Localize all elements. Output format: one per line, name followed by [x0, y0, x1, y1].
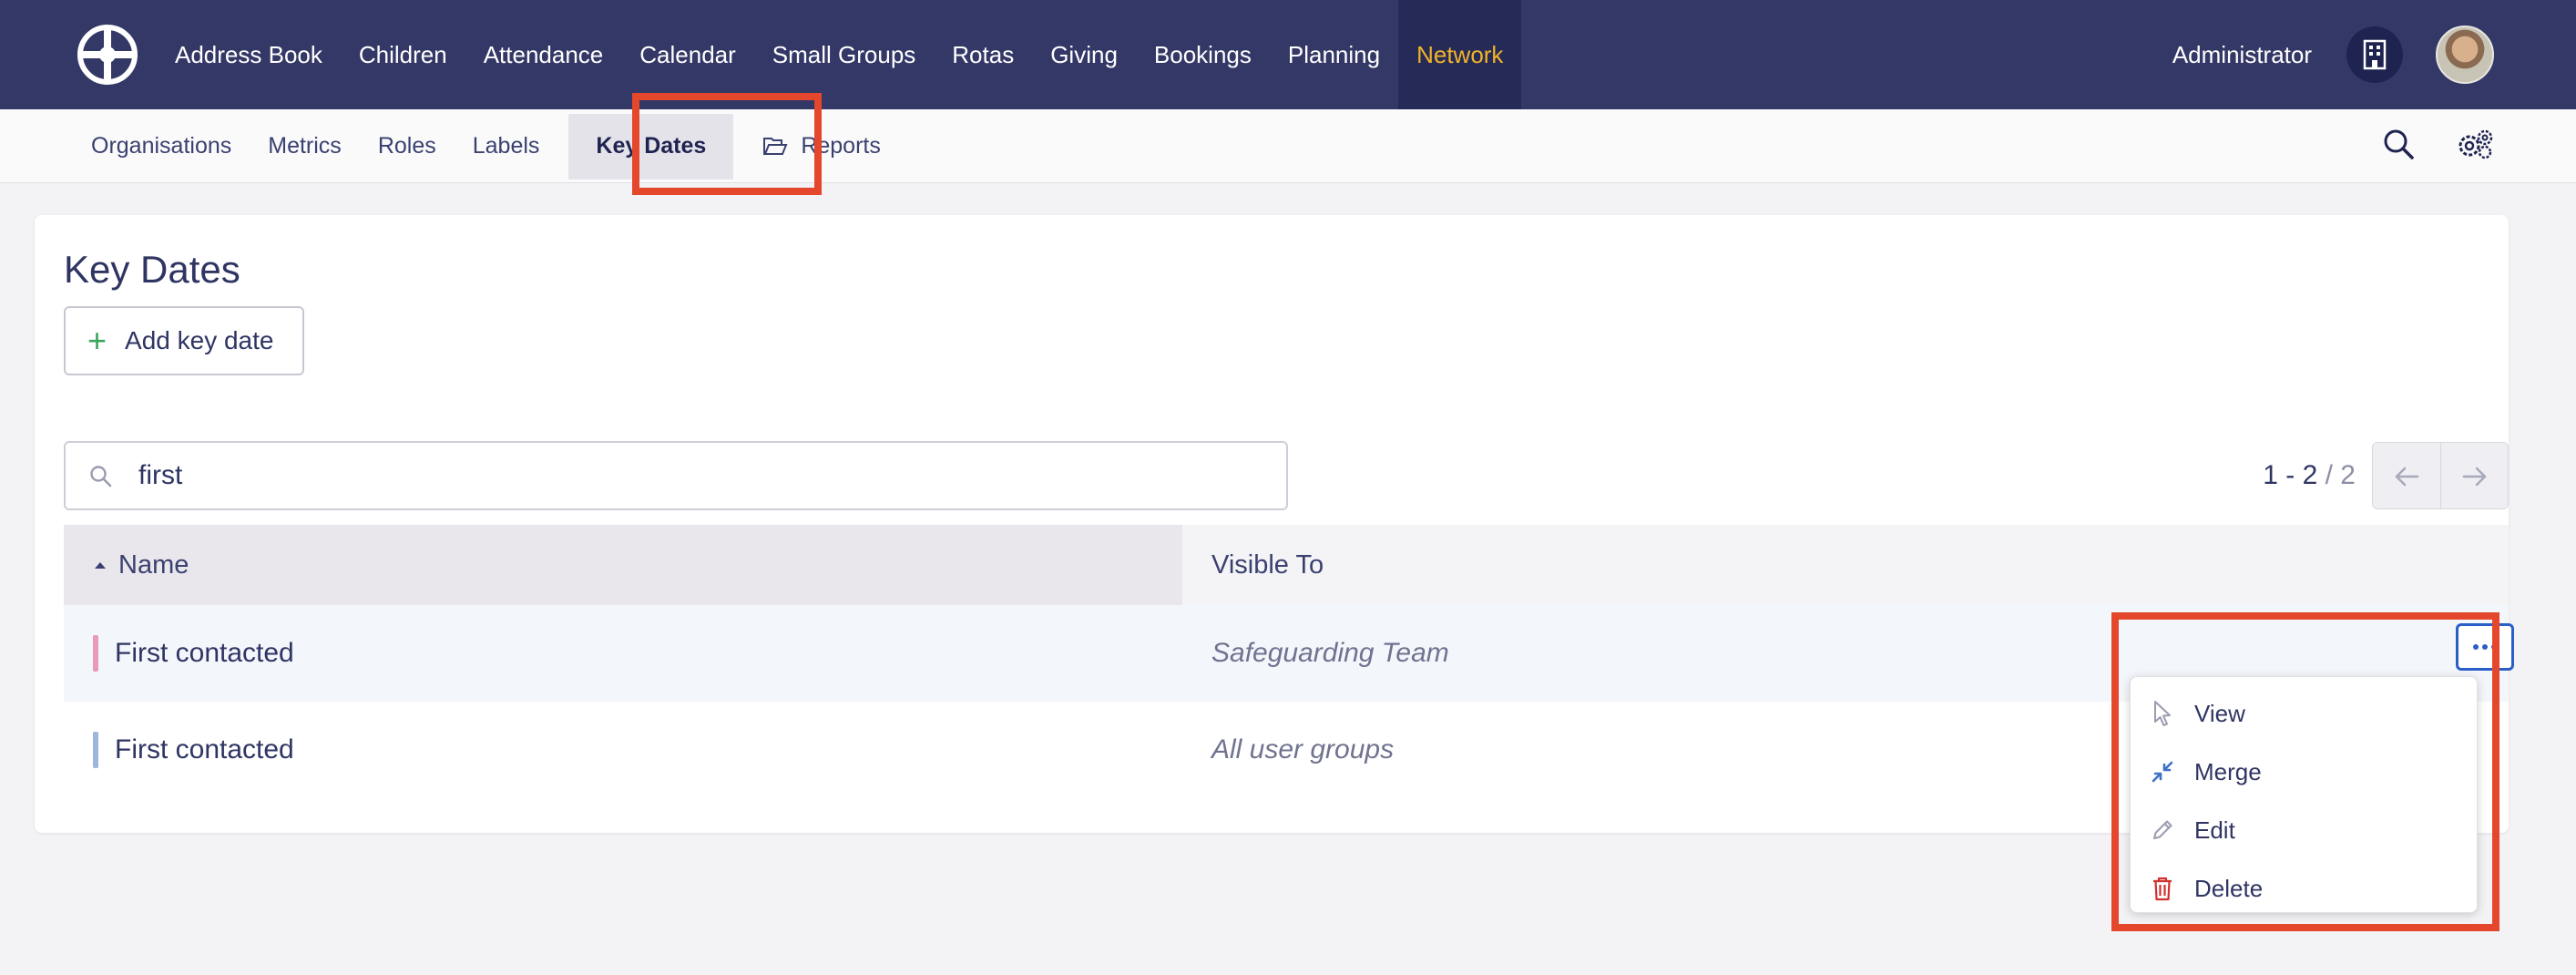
pagination-range: 1 - 2 / 2 [2263, 460, 2356, 491]
settings-gears-icon[interactable] [2456, 128, 2494, 164]
key-date-name[interactable]: First contacted [115, 638, 294, 669]
key-date-name-cell: First contacted [64, 635, 1182, 672]
visible-to-cell: All user groups [1211, 734, 1395, 765]
tab-organisations[interactable]: Organisations [73, 109, 250, 183]
key-date-name-cell: First contacted [64, 732, 1182, 768]
row-actions-menu: View Merge Edit Delete [2130, 676, 2478, 913]
nav-calendar[interactable]: Calendar [621, 0, 754, 109]
tab-reports-label: Reports [801, 133, 881, 159]
network-submenu: Organisations Metrics Roles Labels Key D… [73, 109, 899, 183]
avatar[interactable] [2436, 26, 2494, 84]
row-actions-button[interactable] [2456, 623, 2514, 671]
folder-open-icon [762, 137, 788, 157]
sort-ascending-icon [93, 560, 107, 570]
previous-page-button[interactable] [2373, 443, 2440, 508]
nav-giving[interactable]: Giving [1032, 0, 1136, 109]
arrow-left-icon [2395, 467, 2419, 487]
color-indicator [93, 732, 98, 768]
search-input[interactable] [138, 460, 1232, 491]
visible-to-cell: Safeguarding Team [1211, 638, 1449, 668]
nav-bookings[interactable]: Bookings [1136, 0, 1270, 109]
arrow-right-icon [2462, 467, 2486, 487]
nav-address-book[interactable]: Address Book [157, 0, 341, 109]
column-header-name[interactable]: Name [64, 525, 1182, 605]
menu-item-delete-label: Delete [2194, 874, 2264, 902]
menu-item-edit[interactable]: Edit [2131, 801, 2477, 859]
ellipsis-icon [2473, 644, 2497, 650]
search-box [64, 441, 1288, 510]
top-navigation-bar: Address Book Children Attendance Calenda… [0, 0, 2576, 109]
nav-network[interactable]: Network [1398, 0, 1522, 109]
pagination-arrows [2372, 442, 2509, 509]
search-icon[interactable] [2383, 128, 2414, 164]
menu-item-merge-label: Merge [2194, 757, 2262, 785]
sub-navigation-bar: Organisations Metrics Roles Labels Key D… [0, 109, 2576, 183]
add-key-date-button[interactable]: + Add key date [64, 306, 304, 375]
nav-rotas[interactable]: Rotas [934, 0, 1032, 109]
menu-item-delete[interactable]: Delete [2131, 859, 2477, 918]
pagination-current: 1 - 2 [2263, 460, 2318, 490]
nav-children[interactable]: Children [341, 0, 465, 109]
column-header-visible-to[interactable]: Visible To [1182, 525, 1324, 605]
user-role-label[interactable]: Administrator [2172, 41, 2312, 69]
building-icon [2363, 39, 2387, 70]
menu-item-edit-label: Edit [2194, 816, 2235, 844]
trash-icon [2149, 876, 2176, 901]
pointer-icon [2149, 700, 2176, 727]
tab-labels[interactable]: Labels [455, 109, 558, 183]
sub-tools [2383, 109, 2494, 183]
nav-small-groups[interactable]: Small Groups [754, 0, 935, 109]
main-menu: Address Book Children Attendance Calenda… [157, 0, 1522, 109]
organisation-button[interactable] [2346, 26, 2403, 83]
pencil-icon [2149, 818, 2176, 842]
menu-item-merge[interactable]: Merge [2131, 743, 2477, 801]
tab-roles[interactable]: Roles [360, 109, 455, 183]
church-logo-icon[interactable] [77, 24, 138, 86]
plus-icon: + [87, 322, 107, 359]
table-header: Name Visible To [64, 525, 2509, 605]
column-header-name-label: Name [118, 549, 189, 580]
add-key-date-label: Add key date [125, 326, 274, 354]
menu-item-view-label: View [2194, 699, 2245, 727]
tab-metrics[interactable]: Metrics [250, 109, 360, 183]
color-indicator [93, 635, 98, 672]
search-icon [89, 465, 113, 493]
page-title: Key Dates [64, 248, 240, 291]
menu-item-view[interactable]: View [2131, 684, 2477, 743]
key-date-name[interactable]: First contacted [115, 734, 294, 765]
tab-key-dates[interactable]: Key Dates [568, 113, 734, 180]
user-area: Administrator [2172, 0, 2494, 109]
nav-attendance[interactable]: Attendance [465, 0, 622, 109]
pagination-total: / 2 [2325, 460, 2356, 490]
merge-icon [2149, 760, 2176, 784]
nav-planning[interactable]: Planning [1270, 0, 1398, 109]
tab-reports[interactable]: Reports [744, 109, 899, 183]
next-page-button[interactable] [2440, 443, 2508, 508]
pagination: 1 - 2 / 2 [2263, 441, 2509, 510]
